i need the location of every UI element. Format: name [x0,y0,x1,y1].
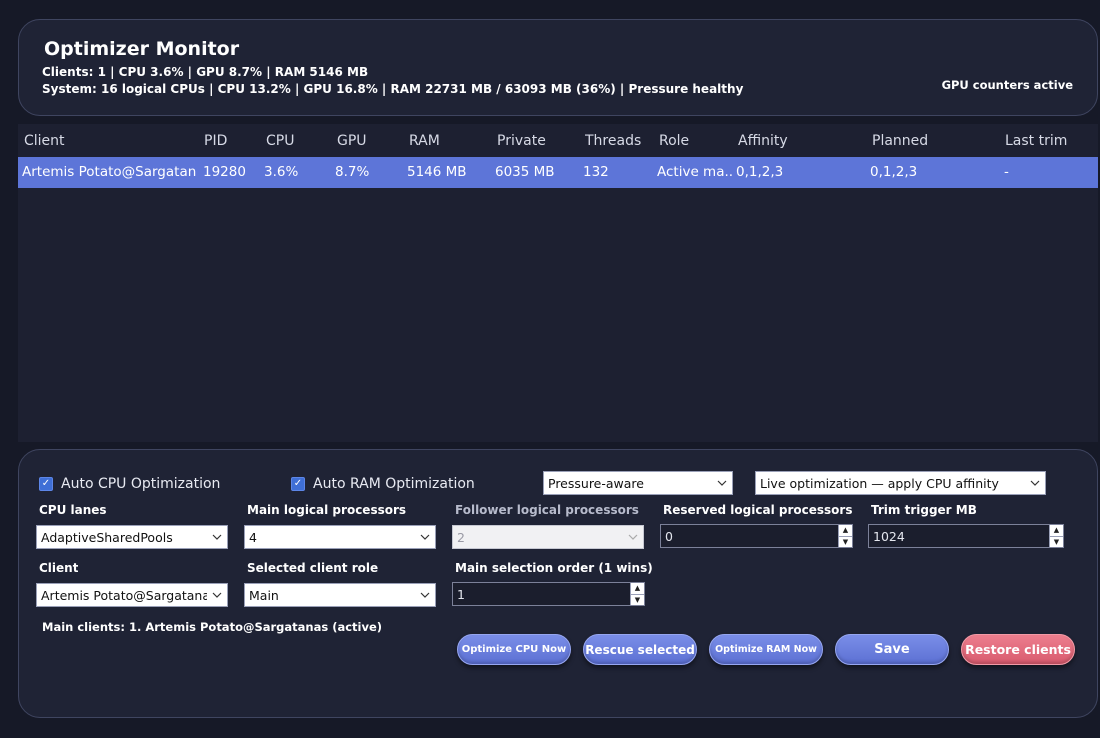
cell-private: 6035 MB [495,164,555,180]
header-panel: Optimizer Monitor Clients: 1 | CPU 3.6% … [18,19,1098,116]
col-pid[interactable]: PID [204,124,254,158]
chevron-down-icon[interactable] [207,526,227,548]
main-clients-summary: Main clients: 1. Artemis Potato@Sargatan… [42,620,383,634]
auto-cpu-toggle[interactable]: ✓ Auto CPU Optimization [39,476,220,492]
col-ram[interactable]: RAM [409,124,469,158]
checkmark-icon[interactable]: ✓ [291,477,305,491]
controls-panel: ✓ Auto CPU Optimization ✓ Auto RAM Optim… [18,449,1098,718]
cpu-lanes-select[interactable]: AdaptiveSharedPools [36,525,228,549]
reserved-lp-stepper[interactable]: 0 ▲ ▼ [660,524,853,548]
optimize-ram-button[interactable]: Optimize RAM Now [709,634,823,665]
spin-arrows-icon[interactable]: ▲ ▼ [630,583,644,605]
live-mode-value: Live optimization — apply CPU affinity [760,475,999,491]
spin-up-icon[interactable]: ▲ [1049,525,1063,537]
gpu-status: GPU counters active [941,78,1073,92]
chevron-down-icon[interactable] [415,526,435,548]
col-gpu[interactable]: GPU [337,124,387,158]
chevron-down-icon [623,526,643,548]
reserved-lp-value: 0 [665,528,673,544]
checkmark-icon[interactable]: ✓ [39,477,53,491]
main-lp-label: Main logical processors [247,503,407,517]
role-value: Main [249,587,279,603]
save-button[interactable]: Save [835,634,949,665]
clients-summary: Clients: 1 | CPU 3.6% | GPU 8.7% | RAM 5… [42,65,369,79]
order-stepper[interactable]: 1 ▲ ▼ [452,582,645,606]
grid-header: Client PID CPU GPU RAM Private Threads R… [18,124,1098,157]
cpu-lanes-label: CPU lanes [39,503,107,517]
role-select[interactable]: Main [244,583,436,607]
cpu-lanes-value: AdaptiveSharedPools [41,529,173,545]
rescue-selected-button[interactable]: Rescue selected [583,634,697,665]
cell-ram: 5146 MB [407,164,467,180]
spin-arrows-icon[interactable]: ▲ ▼ [838,525,852,547]
order-value: 1 [457,586,465,602]
optimize-cpu-button[interactable]: Optimize CPU Now [457,634,571,665]
col-planned[interactable]: Planned [872,124,982,158]
table-row[interactable]: Artemis Potato@Sargatanas 19280 3.6% 8.7… [18,157,1098,188]
app-title: Optimizer Monitor [44,38,240,60]
col-client[interactable]: Client [24,124,194,158]
spin-down-icon[interactable]: ▼ [1049,536,1063,547]
live-mode-select[interactable]: Live optimization — apply CPU affinity [755,471,1046,495]
auto-cpu-label: Auto CPU Optimization [61,476,221,492]
client-value: Artemis Potato@Sargatanas [41,587,207,603]
cell-planned: 0,1,2,3 [870,164,918,180]
chevron-down-icon[interactable] [712,472,732,494]
client-select[interactable]: Artemis Potato@Sargatanas [36,583,228,607]
trim-label: Trim trigger MB [871,503,977,517]
system-summary: System: 16 logical CPUs | CPU 13.2% | GP… [42,82,744,96]
follower-lp-label: Follower logical processors (Split [455,503,640,517]
restore-clients-button[interactable]: Restore clients [961,634,1075,665]
order-label: Main selection order (1 wins) [455,561,653,575]
spin-up-icon[interactable]: ▲ [838,525,852,537]
clients-grid: Client PID CPU GPU RAM Private Threads R… [18,124,1098,442]
follower-lp-select: 2 [452,525,644,549]
col-cpu[interactable]: CPU [266,124,316,158]
trim-stepper[interactable]: 1024 ▲ ▼ [868,524,1064,548]
spin-arrows-icon[interactable]: ▲ ▼ [1049,525,1063,547]
main-lp-select[interactable]: 4 [244,525,436,549]
col-private[interactable]: Private [497,124,567,158]
cell-role: Active ma... [657,164,733,180]
role-label: Selected client role [247,561,379,575]
auto-ram-label: Auto RAM Optimization [313,476,475,492]
pressure-mode-select[interactable]: Pressure-aware [543,471,733,495]
follower-lp-value: 2 [457,529,465,545]
col-affinity[interactable]: Affinity [738,124,848,158]
cell-cpu: 3.6% [264,164,299,180]
chevron-down-icon[interactable] [207,584,227,606]
chevron-down-icon[interactable] [415,584,435,606]
reserved-lp-label: Reserved logical processors [663,503,853,517]
client-label: Client [39,561,79,575]
cell-pid: 19280 [203,164,246,180]
col-role[interactable]: Role [659,124,719,158]
spin-down-icon[interactable]: ▼ [838,536,852,547]
trim-value: 1024 [873,528,905,544]
pressure-mode-value: Pressure-aware [548,475,644,491]
auto-ram-toggle[interactable]: ✓ Auto RAM Optimization [291,476,475,492]
col-last-trim[interactable]: Last trim [1005,124,1085,158]
cell-gpu: 8.7% [335,164,370,180]
spin-up-icon[interactable]: ▲ [630,583,644,595]
main-lp-value: 4 [249,529,257,545]
cell-affinity: 0,1,2,3 [736,164,784,180]
cell-last-trim: - [1004,164,1009,180]
chevron-down-icon[interactable] [1025,472,1045,494]
col-threads[interactable]: Threads [585,124,655,158]
spin-down-icon[interactable]: ▼ [630,594,644,605]
cell-threads: 132 [583,164,609,180]
cell-client: Artemis Potato@Sargatanas [22,164,196,180]
